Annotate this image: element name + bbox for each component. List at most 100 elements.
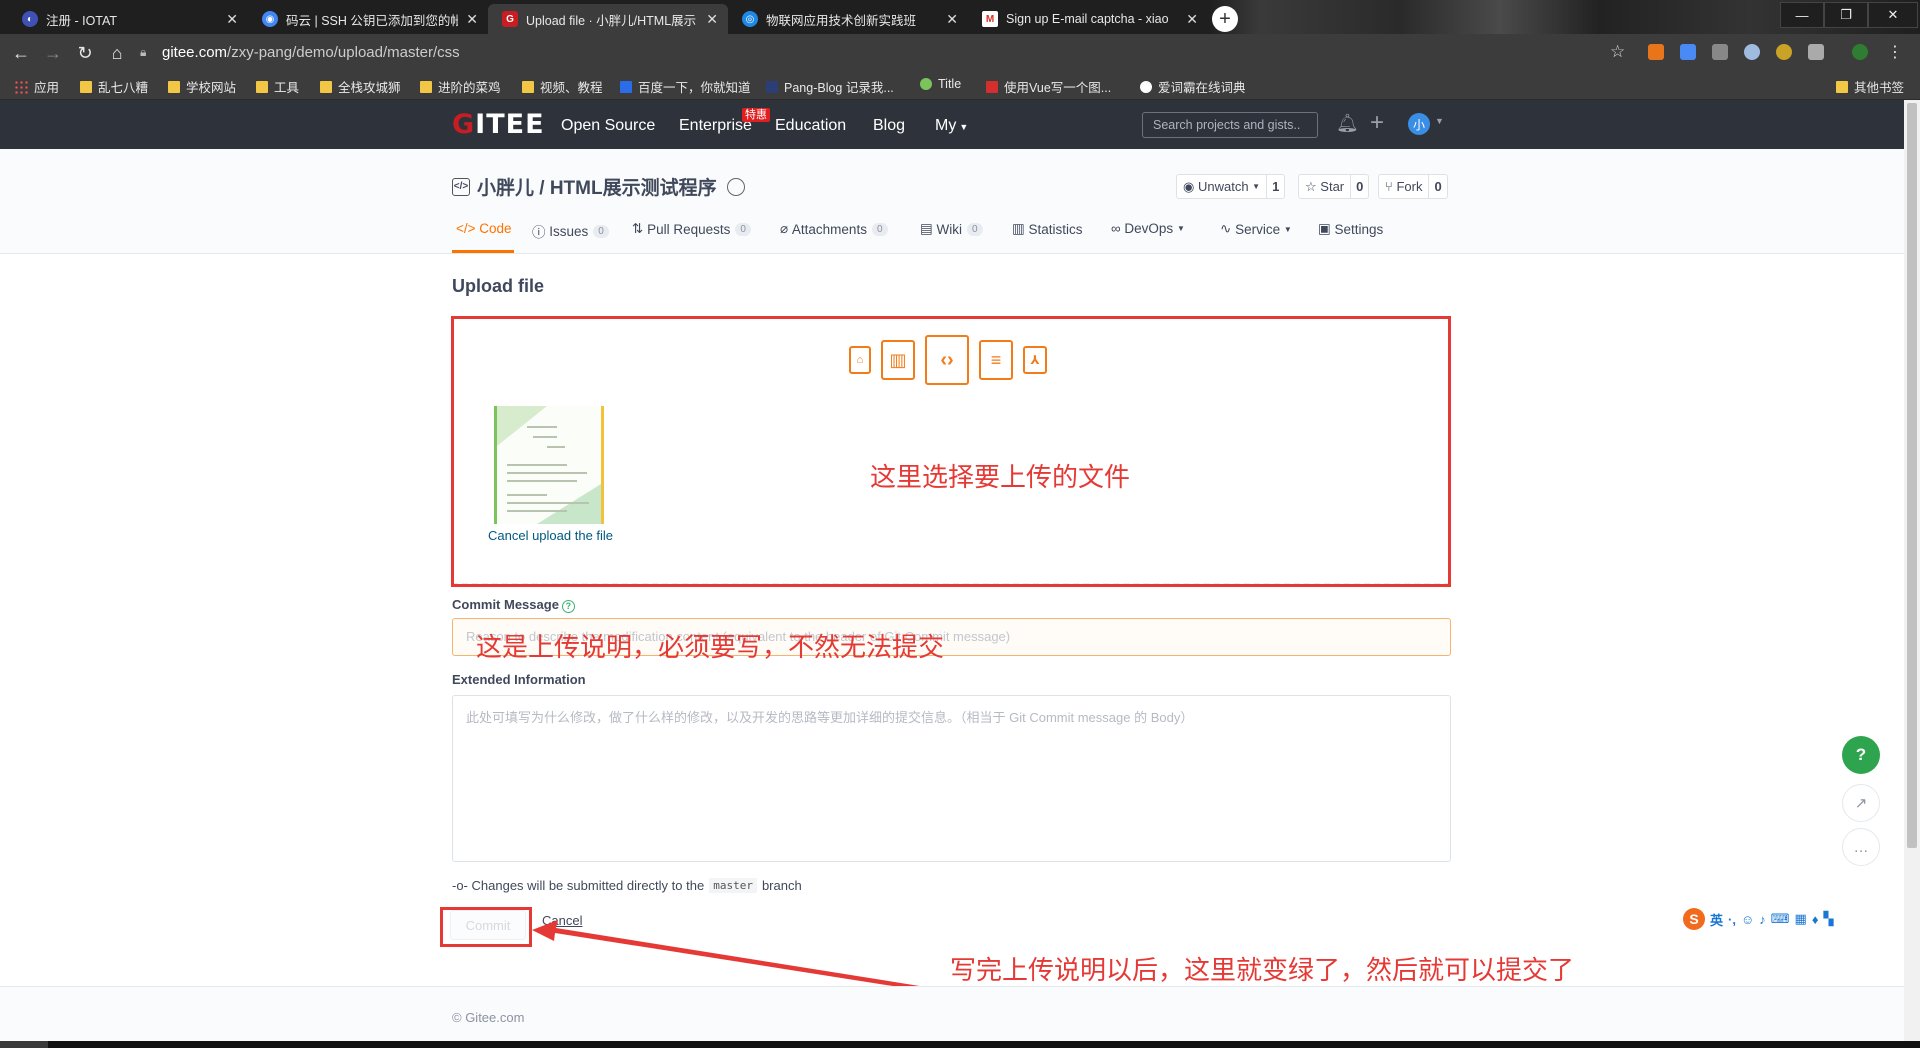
restore-button[interactable]: ❐	[1824, 2, 1868, 28]
browser-tab[interactable]: ◉ 码云 | SSH 公钥已添加到您的帐 ✕	[248, 4, 488, 34]
tab-issues[interactable]: ⓘ Issues 0	[532, 221, 609, 241]
address-bar[interactable]: 🔒︎ gitee.com /zxy-pang/demo/upload/maste…	[140, 38, 1620, 66]
scrollbar-thumb[interactable]	[1907, 103, 1917, 848]
skin-icon[interactable]: ♦	[1812, 912, 1819, 927]
extension-icon[interactable]	[1776, 44, 1792, 60]
close-icon[interactable]: ✕	[466, 11, 478, 28]
nav-my[interactable]: My ▼	[935, 117, 968, 135]
nav-enterprise[interactable]: Enterprise	[679, 117, 752, 135]
bookmark-link[interactable]: 使用Vue写一个图...	[986, 77, 1111, 96]
tab-wiki[interactable]: ▤ Wiki 0	[920, 221, 983, 237]
nav-open-source[interactable]: Open Source	[561, 117, 655, 135]
gitee-logo[interactable]: GITEE	[452, 111, 545, 139]
keyboard-icon[interactable]: ⌨	[1771, 911, 1790, 927]
bookmark-label: Pang-Blog 记录我...	[784, 81, 894, 95]
code-icon: </>	[456, 221, 476, 236]
close-icon[interactable]: ✕	[706, 11, 718, 28]
search-input[interactable]: Search projects and gists..	[1142, 112, 1318, 138]
plus-icon[interactable]: +	[1370, 109, 1384, 137]
edit-link-icon[interactable]: ↗	[1842, 784, 1880, 822]
extended-info-label: Extended Information	[452, 672, 586, 687]
tab-label: Code	[479, 221, 512, 236]
home-icon[interactable]: ⌂	[106, 42, 128, 64]
bookmark-star-icon[interactable]: ☆	[1610, 42, 1625, 62]
ime-toolbar: S 英 ·, ☺ ♪ ⌨ ▦ ♦ ▚	[1683, 908, 1833, 930]
bookmark-label: 视频、教程	[540, 81, 603, 95]
sogou-logo-icon[interactable]: S	[1683, 908, 1705, 930]
bell-icon[interactable]: 🔔︎	[1336, 113, 1359, 133]
browser-tab[interactable]: M Sign up E-mail captcha - xiao ✕	[968, 4, 1208, 34]
close-icon[interactable]: ✕	[1186, 11, 1198, 28]
bookmark-folder[interactable]: 学校网站	[168, 77, 236, 96]
browser-tab[interactable]: ◐ 注册 - IOTAT ✕	[8, 4, 248, 34]
project-title-text[interactable]: 小胖儿 / HTML展示测试程序	[477, 173, 717, 200]
caret-down-icon[interactable]: ▼	[1435, 116, 1444, 126]
gitlab-extension-icon[interactable]	[1648, 44, 1664, 60]
bookmark-link[interactable]: 爱词霸在线词典	[1140, 77, 1246, 96]
new-tab-button[interactable]: +	[1212, 6, 1238, 32]
browser-tab-label: 注册 - IOTAT	[46, 13, 118, 28]
fork-count[interactable]: 0	[1428, 175, 1446, 198]
extension-icon[interactable]	[1744, 44, 1760, 60]
tab-code[interactable]: </> Code	[456, 221, 512, 236]
browser-tab[interactable]: ◎ 物联网应用技术创新实践班 ✕	[728, 4, 968, 34]
nav-my-label: My	[935, 117, 957, 134]
bookmark-label: 全栈攻城狮	[338, 81, 401, 95]
bookmark-folder[interactable]: 全栈攻城狮	[320, 77, 401, 96]
microphone-icon[interactable]: ♪	[1759, 912, 1766, 927]
tab-label: DevOps	[1124, 221, 1174, 236]
bookmark-label: 其他书签	[1854, 81, 1905, 95]
browser-tab-label: Sign up E-mail captcha - xiao	[1006, 12, 1169, 26]
browser-tab-active[interactable]: G Upload file · 小胖儿/HTML展示 ✕	[488, 4, 728, 34]
forward-arrow-icon[interactable]: →	[42, 42, 64, 64]
fork-button[interactable]: ⑂ Fork 0	[1378, 174, 1448, 199]
chat-icon[interactable]: …	[1842, 828, 1880, 866]
profile-avatar[interactable]	[1852, 44, 1868, 60]
site-favicon-icon: ◉	[262, 11, 278, 27]
reload-icon[interactable]: ↻	[74, 42, 96, 64]
bookmark-folder[interactable]: 进阶的菜鸡	[420, 77, 501, 96]
emoji-icon[interactable]: ☺	[1741, 912, 1754, 927]
nav-education[interactable]: Education	[775, 117, 846, 135]
tab-service[interactable]: ∿ Service ▼	[1220, 221, 1292, 237]
close-icon[interactable]: ✕	[226, 11, 238, 28]
bookmark-link[interactable]: Title	[920, 77, 961, 91]
bookmark-link[interactable]: 百度一下，你就知道	[620, 77, 751, 96]
nav-blog[interactable]: Blog	[873, 117, 905, 135]
extension-icon[interactable]	[1712, 44, 1728, 60]
help-button[interactable]: ?	[1842, 736, 1880, 774]
lock-icon: 🔒︎	[140, 44, 147, 59]
bookmark-folder[interactable]: 工具	[256, 77, 299, 96]
bookmark-folder[interactable]: 视频、教程	[522, 77, 603, 96]
extended-info-textarea[interactable]: 此处可填写为什么修改，做了什么样的修改，以及开发的思路等更加详细的提交信息。（相…	[452, 695, 1451, 862]
tab-pull-requests[interactable]: ⇅ Pull Requests 0	[632, 221, 751, 237]
unwatch-button[interactable]: ◉ Unwatch ▼ 1	[1176, 174, 1286, 199]
menu-kebab-icon[interactable]: ⋮	[1884, 42, 1906, 64]
pulse-icon: ∿	[1220, 221, 1232, 236]
back-arrow-icon[interactable]: ←	[10, 42, 32, 64]
star-button[interactable]: ☆ Star 0	[1298, 174, 1370, 199]
extension-icon[interactable]	[1808, 44, 1824, 60]
tab-attachments[interactable]: ⌀ Attachments 0	[780, 221, 888, 237]
tab-settings[interactable]: ▣ Settings	[1318, 221, 1383, 237]
close-window-button[interactable]: ✕	[1868, 2, 1918, 28]
menu-grid-icon[interactable]: ▚	[1823, 911, 1833, 927]
avatar[interactable]: 小	[1408, 113, 1430, 135]
punctuation-icon[interactable]: ·,	[1728, 912, 1736, 927]
other-bookmarks[interactable]: 其他书签	[1836, 77, 1904, 96]
bookmark-link[interactable]: Pang-Blog 记录我...	[766, 77, 894, 96]
gvp-badge-icon[interactable]	[726, 177, 745, 196]
watch-count[interactable]: 1	[1266, 175, 1284, 198]
tab-label: Statistics	[1028, 221, 1083, 237]
star-count[interactable]: 0	[1350, 175, 1368, 198]
toolbox-icon[interactable]: ▦	[1795, 911, 1807, 927]
close-icon[interactable]: ✕	[946, 11, 958, 28]
bookmark-apps[interactable]: 应用	[14, 77, 59, 96]
ime-mode[interactable]: 英	[1710, 910, 1723, 929]
minimize-button[interactable]: —	[1780, 2, 1824, 28]
bookmark-folder[interactable]: 乱七八糟	[80, 77, 148, 96]
translate-extension-icon[interactable]	[1680, 44, 1696, 60]
tab-devops[interactable]: ∞ DevOps ▼	[1111, 221, 1185, 236]
tab-statistics[interactable]: ▥ Statistics	[1012, 221, 1083, 237]
help-icon[interactable]: ?	[561, 600, 575, 613]
